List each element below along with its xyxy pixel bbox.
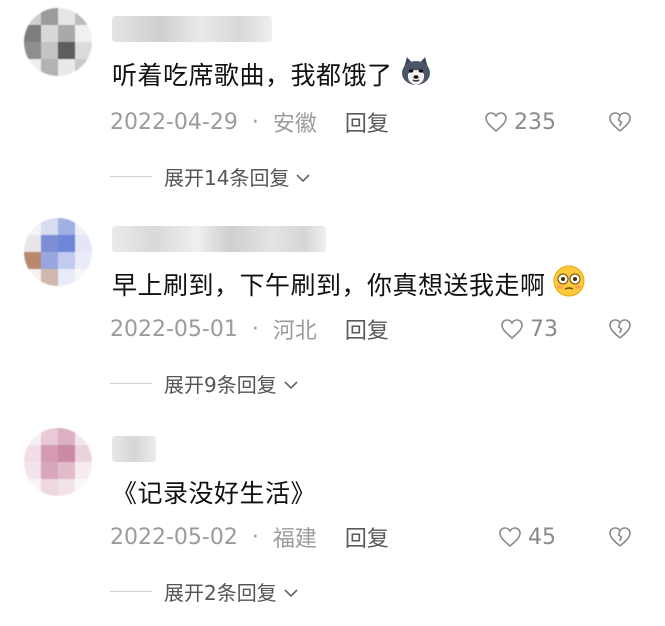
- comment-location: 河北: [272, 319, 317, 344]
- avatar-pixel: [41, 218, 58, 235]
- comment-meta: 2022-05-02 · 福建 回复: [110, 521, 389, 553]
- avatar-pixel: [75, 8, 92, 25]
- separator-dot: ·: [251, 524, 259, 550]
- avatar-pixel: [75, 59, 92, 76]
- avatar-pixel: [41, 479, 58, 496]
- comment-date: 2022-05-02: [110, 524, 238, 550]
- avatar-pixel: [58, 42, 75, 59]
- avatar-pixel: [24, 42, 41, 59]
- reply-button[interactable]: 回复: [345, 313, 389, 345]
- avatar-pixel: [41, 445, 58, 462]
- avatar-pixel: [41, 252, 58, 269]
- avatar-pixel: [58, 252, 75, 269]
- flushed-face-icon: [552, 264, 586, 304]
- avatar-pixel: [75, 269, 92, 286]
- avatar-pixel: [75, 235, 92, 252]
- avatar-pixel: [75, 479, 92, 496]
- avatar-pixel: [58, 59, 75, 76]
- avatar-pixel: [58, 462, 75, 479]
- like-button[interactable]: 45: [498, 522, 556, 552]
- like-count: 235: [514, 109, 556, 135]
- divider-line: [110, 590, 152, 592]
- chevron-down-icon: [283, 579, 299, 603]
- avatar-pixel: [41, 42, 58, 59]
- avatar-pixel: [75, 25, 92, 42]
- avatar-pixel: [75, 218, 92, 235]
- dislike-button[interactable]: [607, 107, 633, 137]
- comment-text: 听着吃席歌曲，我都饿了: [112, 54, 433, 94]
- username-blurred[interactable]: [112, 226, 326, 252]
- avatar-pixel: [75, 252, 92, 269]
- comment-meta: 2022-04-29 · 安徽 回复: [110, 106, 389, 138]
- avatar-pixel: [75, 445, 92, 462]
- avatar-pixel: [58, 428, 75, 445]
- avatar-pixel: [41, 462, 58, 479]
- like-button[interactable]: 235: [484, 107, 556, 137]
- avatar-pixel: [58, 235, 75, 252]
- heart-icon: [499, 527, 521, 548]
- reply-button[interactable]: 回复: [345, 106, 389, 138]
- username-blurred[interactable]: [112, 16, 272, 42]
- dislike-button[interactable]: [607, 314, 633, 344]
- chevron-down-icon: [283, 371, 299, 395]
- heart-icon: [485, 112, 507, 133]
- comment-meta: 2022-05-01 · 河北 回复: [110, 313, 389, 345]
- avatar-pixel: [41, 428, 58, 445]
- separator-dot: ·: [251, 316, 259, 342]
- avatar[interactable]: [24, 218, 92, 286]
- avatar-pixel: [41, 25, 58, 42]
- avatar-pixel: [24, 269, 41, 286]
- username-blurred[interactable]: [112, 436, 156, 462]
- expand-replies-button[interactable]: 展开2条回复: [110, 576, 299, 606]
- avatar-pixel: [58, 479, 75, 496]
- comment-date: 2022-05-01: [110, 316, 238, 342]
- avatar-pixel: [58, 25, 75, 42]
- comment-location: 福建: [272, 527, 317, 552]
- avatar-pixel: [58, 218, 75, 235]
- like-button[interactable]: 73: [500, 314, 558, 344]
- like-count: 73: [530, 316, 558, 342]
- avatar-pixel: [24, 235, 41, 252]
- avatar[interactable]: [24, 8, 92, 76]
- like-count: 45: [528, 524, 556, 550]
- avatar-pixel: [24, 462, 41, 479]
- expand-replies-button[interactable]: 展开14条回复: [110, 161, 311, 191]
- husky-face-icon: [399, 54, 433, 94]
- avatar-pixel: [58, 445, 75, 462]
- avatar-pixel: [41, 235, 58, 252]
- broken-heart-icon: [609, 112, 631, 132]
- avatar-pixel: [75, 462, 92, 479]
- broken-heart-icon: [609, 319, 631, 339]
- divider-line: [110, 382, 152, 384]
- avatar-pixel: [24, 252, 41, 269]
- divider-line: [110, 175, 152, 177]
- avatar-pixel: [24, 59, 41, 76]
- avatar-pixel: [24, 428, 41, 445]
- heart-icon: [501, 319, 523, 340]
- avatar-pixel: [24, 218, 41, 235]
- avatar-pixel: [41, 59, 58, 76]
- comment-location: 安徽: [272, 112, 317, 137]
- avatar-pixel: [75, 428, 92, 445]
- reply-button[interactable]: 回复: [345, 521, 389, 553]
- chevron-down-icon: [295, 164, 311, 188]
- comment-date: 2022-04-29: [110, 109, 238, 135]
- avatar[interactable]: [24, 428, 92, 496]
- avatar-pixel: [24, 479, 41, 496]
- broken-heart-icon: [609, 527, 631, 547]
- separator-dot: ·: [251, 109, 259, 135]
- avatar-pixel: [58, 8, 75, 25]
- comment-text: 早上刷到，下午刷到，你真想送我走啊: [112, 264, 586, 304]
- avatar-pixel: [24, 445, 41, 462]
- avatar-pixel: [41, 8, 58, 25]
- dislike-button[interactable]: [607, 522, 633, 552]
- avatar-pixel: [41, 269, 58, 286]
- avatar-pixel: [75, 42, 92, 59]
- avatar-pixel: [24, 8, 41, 25]
- avatar-pixel: [24, 25, 41, 42]
- comment-text: 《记录没好生活》: [112, 479, 317, 508]
- expand-replies-button[interactable]: 展开9条回复: [110, 368, 299, 398]
- avatar-pixel: [58, 269, 75, 286]
